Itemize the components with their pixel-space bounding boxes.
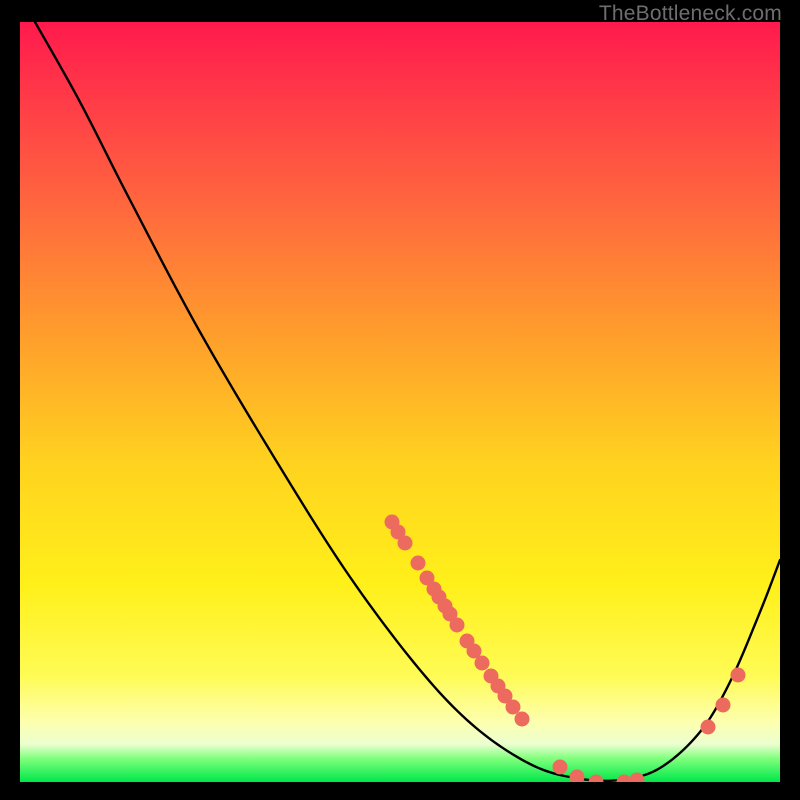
chart-marker: [553, 760, 568, 775]
chart-marker: [398, 536, 413, 551]
chart-marker: [701, 720, 716, 735]
chart-marker: [450, 618, 465, 633]
chart-marker: [506, 700, 521, 715]
chart-svg: [20, 22, 780, 782]
chart-plot-area: [20, 22, 780, 782]
chart-marker: [589, 775, 604, 783]
chart-marker: [570, 770, 585, 783]
chart-marker: [630, 773, 645, 783]
chart-marker: [411, 556, 426, 571]
chart-marker: [475, 656, 490, 671]
chart-marker: [515, 712, 530, 727]
chart-marker: [716, 698, 731, 713]
chart-marker: [617, 775, 632, 783]
watermark-text: TheBottleneck.com: [599, 2, 782, 26]
chart-marker: [731, 668, 746, 683]
chart-curve: [35, 22, 780, 781]
